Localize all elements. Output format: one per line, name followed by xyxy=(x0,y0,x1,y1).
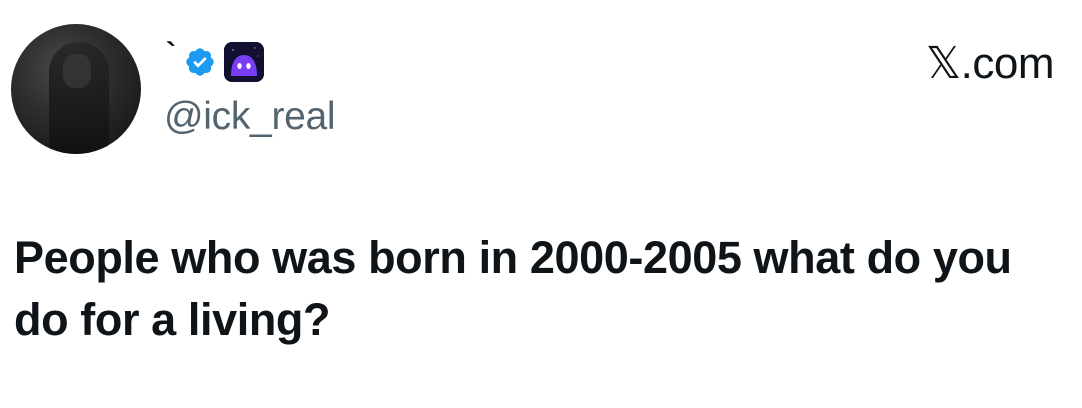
avatar[interactable] xyxy=(11,24,141,154)
bot-affiliate-icon xyxy=(224,42,264,82)
verified-badge-icon xyxy=(186,48,214,76)
tweet-text: People who was born in 2000-2005 what do… xyxy=(14,232,1012,345)
avatar-hand xyxy=(63,54,91,88)
tweet-card: ` @ick_real 𝕏.com People who was born in… xyxy=(0,0,1082,408)
author-name-row: ` xyxy=(166,39,264,84)
author-handle[interactable]: @ick_real xyxy=(164,97,336,136)
author-display-name[interactable]: ` xyxy=(166,39,176,69)
x-com-source-label: 𝕏.com xyxy=(925,39,1055,88)
